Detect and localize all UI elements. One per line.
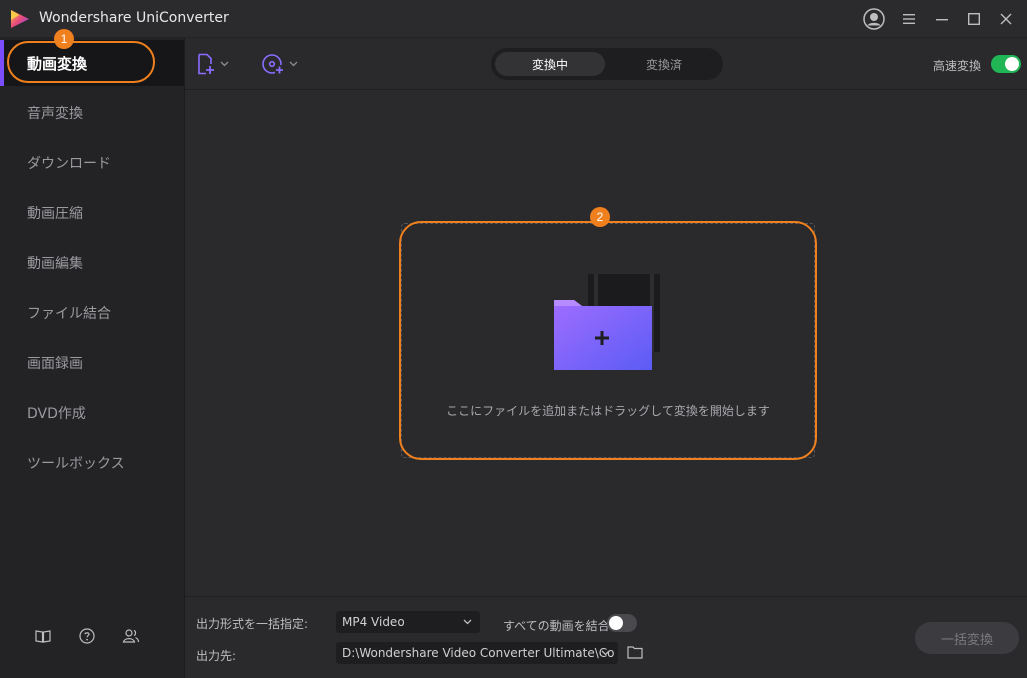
minimize-icon[interactable]: [930, 7, 954, 31]
chevron-down-icon: [289, 61, 298, 67]
sidebar-item-video-compress[interactable]: 動画圧縮: [0, 190, 184, 236]
chevron-down-icon: [220, 61, 229, 67]
add-disc-button[interactable]: [261, 52, 298, 76]
app-title: Wondershare UniConverter: [39, 10, 229, 26]
sidebar-item-audio-convert[interactable]: 音声変換: [0, 90, 184, 136]
app-logo-icon: [11, 10, 29, 28]
sidebar-item-label: 動画圧縮: [27, 206, 83, 222]
sidebar-bottom-icons: [0, 626, 184, 650]
account-switch-icon[interactable]: [121, 626, 141, 646]
book-icon[interactable]: [33, 626, 53, 646]
toggle-knob: [1005, 57, 1019, 71]
sidebar-item-download[interactable]: ダウンロード: [0, 140, 184, 186]
sidebar-item-video-convert[interactable]: 動画変換: [0, 40, 184, 86]
conversion-status-tabs: 変換中 変換済: [491, 48, 723, 80]
tab-converted[interactable]: 変換済: [609, 52, 719, 76]
sidebar-item-label: ダウンロード: [27, 156, 111, 172]
sidebar-item-label: 画面録画: [27, 356, 83, 372]
convert-all-button[interactable]: 一括変換: [915, 622, 1019, 654]
title-bar: Wondershare UniConverter: [0, 0, 1027, 38]
merge-all-toggle[interactable]: [607, 614, 637, 632]
output-path-label: 出力先:: [196, 649, 237, 663]
add-folder-icon[interactable]: [552, 272, 664, 372]
sidebar-item-toolbox[interactable]: ツールボックス: [0, 440, 184, 486]
output-format-label: 出力形式を一括指定:: [196, 617, 309, 631]
help-icon[interactable]: [77, 626, 97, 646]
toggle-knob: [609, 616, 623, 630]
maximize-icon[interactable]: [962, 7, 986, 31]
output-path-select[interactable]: D:\Wondershare Video Converter Ultimate\…: [336, 642, 618, 664]
step-badge-1: 1: [54, 29, 74, 49]
sidebar: 動画変換 1 音声変換 ダウンロード 動画圧縮 動画編集 ファイル結合 画面録画…: [0, 29, 185, 678]
account-avatar-icon[interactable]: [862, 7, 886, 31]
sidebar-item-video-edit[interactable]: 動画編集: [0, 240, 184, 286]
fast-convert-toggle[interactable]: [991, 55, 1021, 73]
output-path-value: D:\Wondershare Video Converter Ultimate\…: [342, 646, 615, 660]
sidebar-item-file-merge[interactable]: ファイル結合: [0, 290, 184, 336]
open-folder-icon[interactable]: [627, 645, 643, 659]
drop-zone-hint: ここにファイルを追加またはドラッグして変換を開始します: [446, 404, 770, 418]
close-icon[interactable]: [994, 7, 1018, 31]
add-file-icon: [198, 53, 214, 75]
output-format-value: MP4 Video: [342, 615, 405, 629]
chevron-down-icon: [463, 619, 472, 625]
sidebar-item-label: 動画編集: [27, 256, 83, 272]
chevron-down-icon: [601, 650, 610, 656]
fast-convert-label: 高速変換: [933, 59, 982, 73]
sidebar-item-dvd-create[interactable]: DVD作成: [0, 390, 184, 436]
toolbar: 変換中 変換済 高速変換: [185, 38, 1027, 90]
merge-all-label: すべての動画を結合: [503, 619, 610, 633]
step-badge-2: 2: [590, 207, 610, 227]
add-file-button[interactable]: [196, 52, 229, 76]
sidebar-item-label: DVD作成: [27, 406, 86, 422]
tab-converting[interactable]: 変換中: [495, 52, 605, 76]
add-disc-icon: [262, 54, 284, 74]
sidebar-item-label: ツールボックス: [27, 456, 125, 472]
output-format-select[interactable]: MP4 Video: [336, 611, 480, 633]
menu-icon[interactable]: [898, 7, 922, 31]
sidebar-item-label: 動画変換: [27, 54, 88, 73]
sidebar-item-label: 音声変換: [27, 106, 83, 122]
sidebar-item-screen-record[interactable]: 画面録画: [0, 340, 184, 386]
sidebar-item-label: ファイル結合: [27, 306, 111, 322]
footer-bar: 出力形式を一括指定: MP4 Video すべての動画を結合 出力先: D:\W…: [185, 596, 1027, 678]
